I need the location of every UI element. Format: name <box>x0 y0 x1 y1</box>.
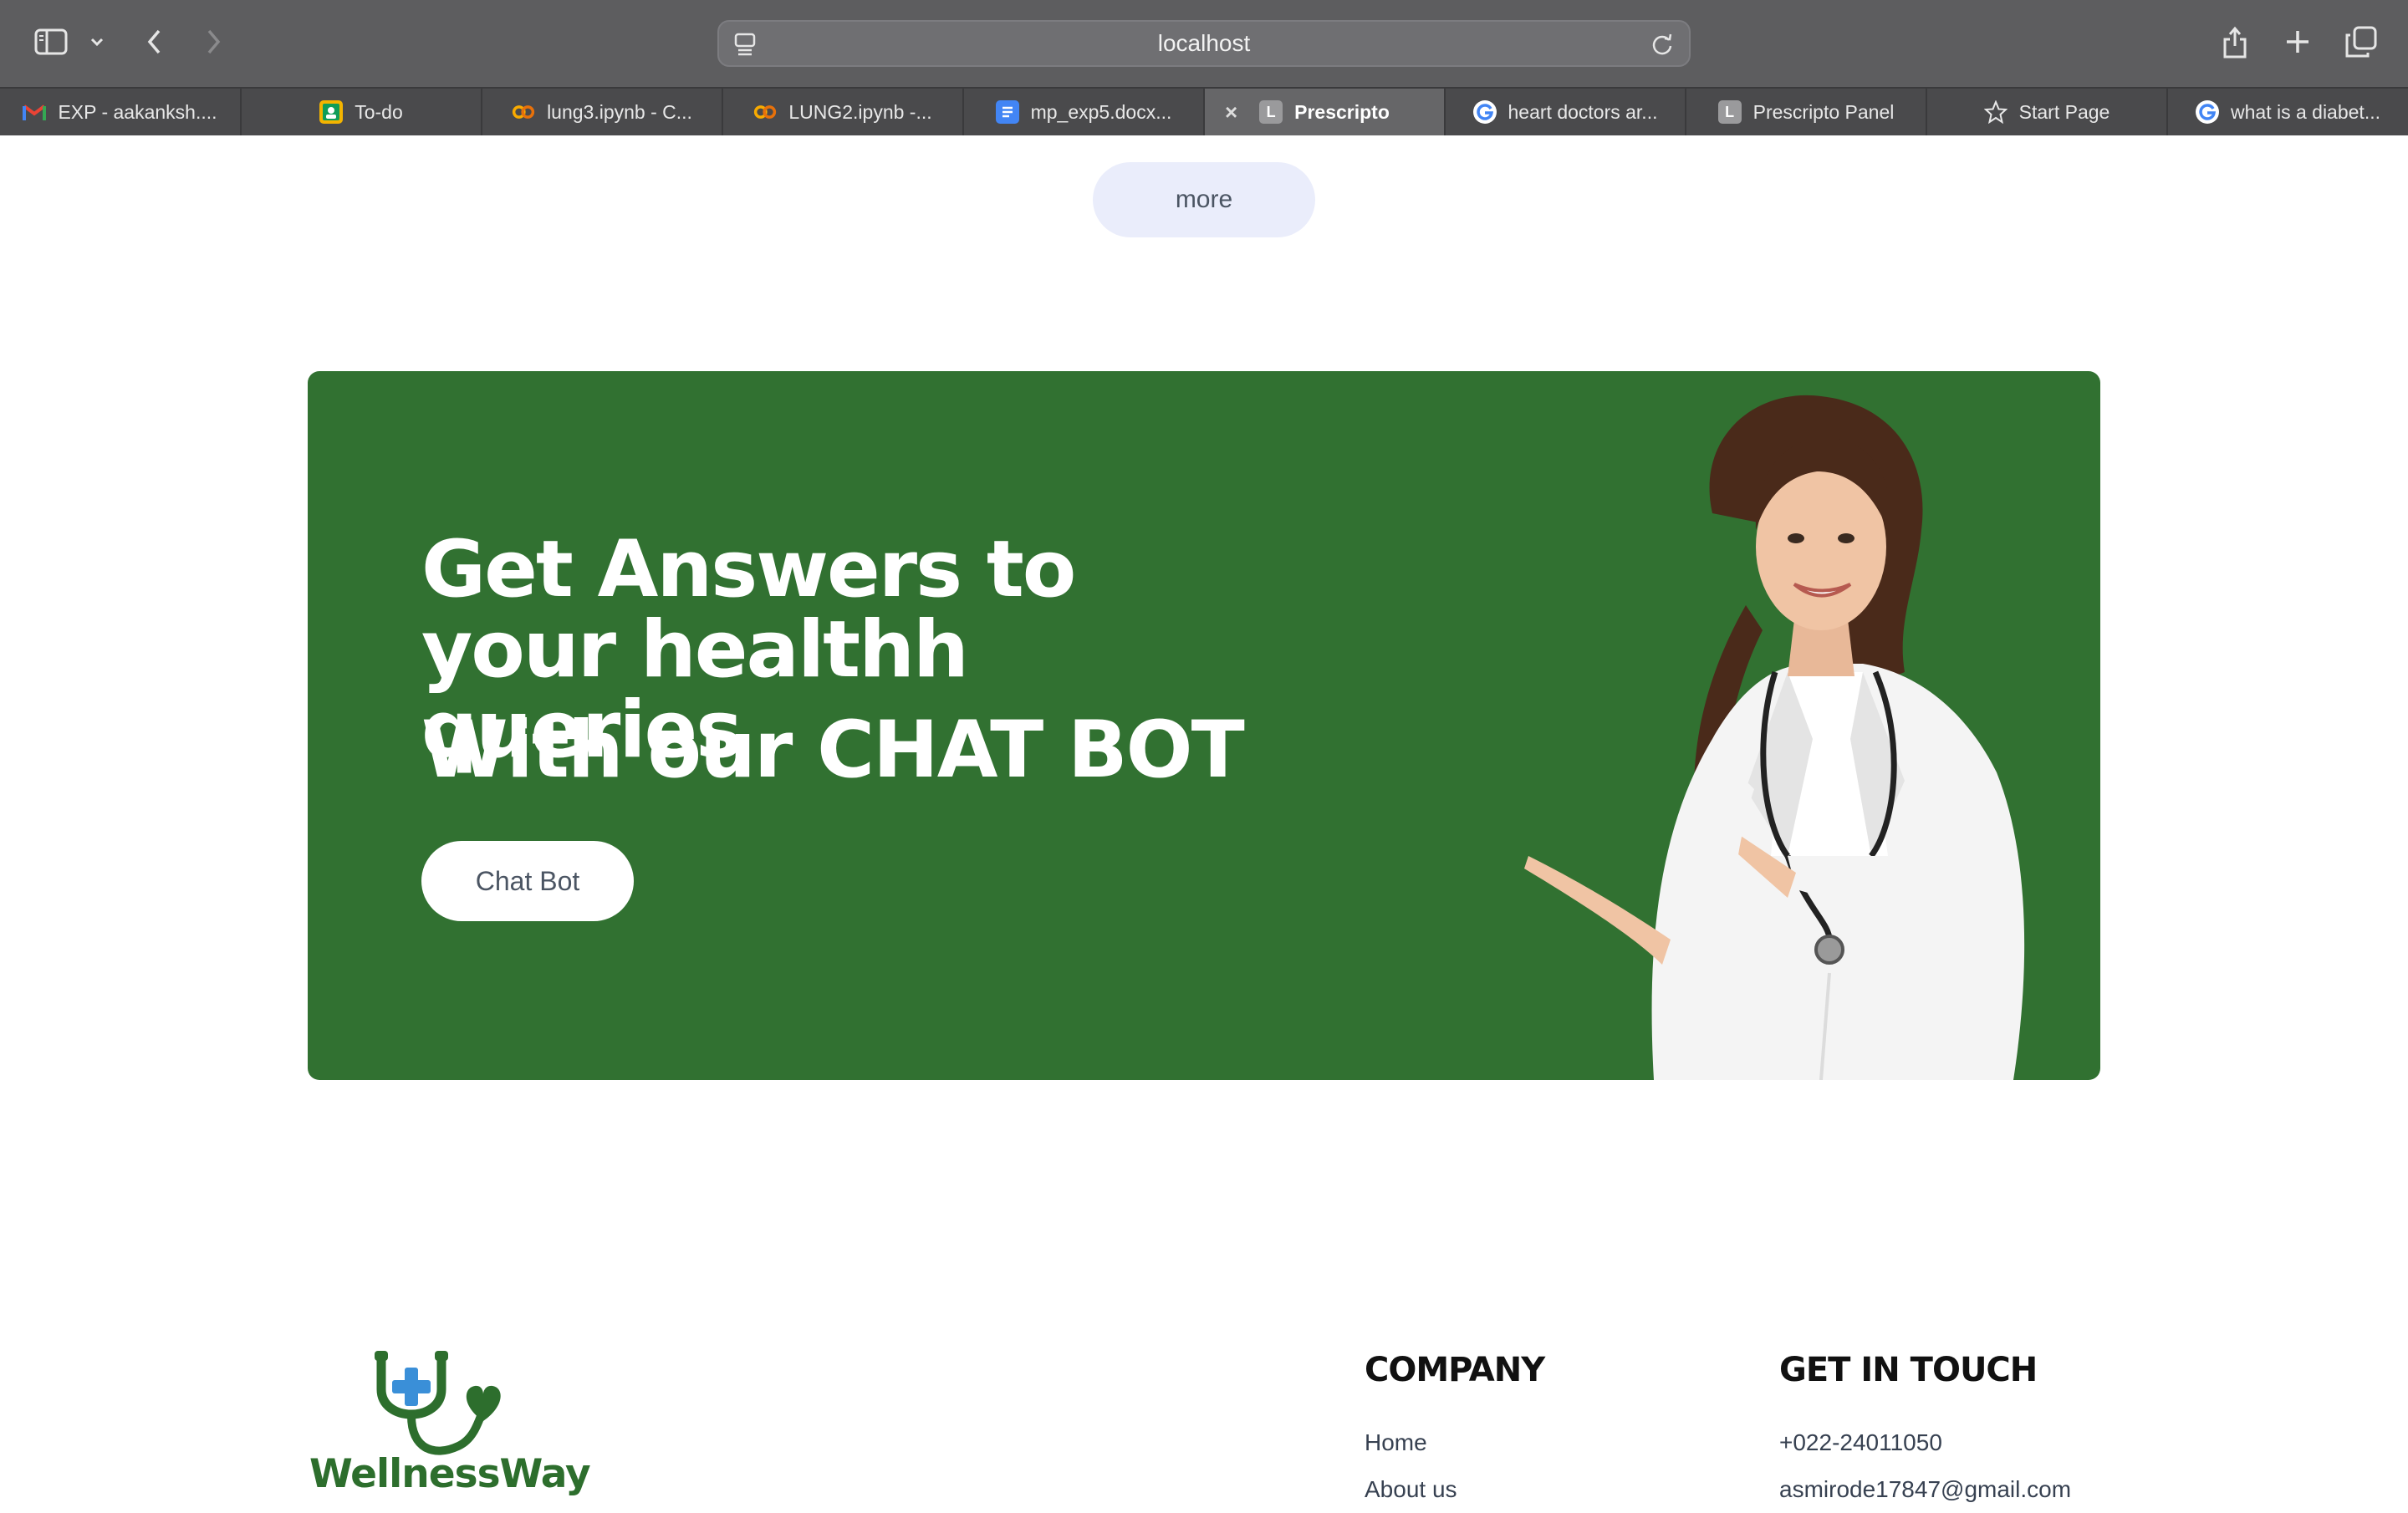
footer-company: COMPANY Home About us <box>1365 1351 1545 1513</box>
star-icon <box>1983 100 2008 124</box>
forward-icon[interactable] <box>199 25 227 59</box>
more-button[interactable]: more <box>1093 162 1315 237</box>
chatbot-banner: Get Answers to your healthh queries With… <box>308 371 2100 1080</box>
tab-google-heart[interactable]: heart doctors ar... <box>1446 89 1686 135</box>
colab-icon <box>753 100 777 124</box>
chevron-down-icon[interactable] <box>87 30 107 53</box>
tab-label: heart doctors ar... <box>1508 100 1658 123</box>
footer-contact-title: GET IN TOUCH <box>1779 1351 2038 1389</box>
docs-icon <box>995 100 1019 124</box>
classroom-icon <box>319 100 344 124</box>
new-tab-icon[interactable] <box>2281 25 2314 59</box>
footer-link-about[interactable]: About us <box>1365 1466 1544 1513</box>
back-icon[interactable] <box>140 25 169 59</box>
tab-label: Start Page <box>2018 100 2110 123</box>
gmail-icon <box>23 100 47 124</box>
sidebar-toggle-icon[interactable] <box>32 25 70 59</box>
tab-lung3[interactable]: lung3.ipynb - C... <box>482 89 723 135</box>
tab-label: Prescripto Panel <box>1752 100 1895 123</box>
tab-label: LUNG2.ipynb -... <box>788 100 932 123</box>
letter-l-icon: L <box>1717 100 1742 124</box>
share-icon[interactable] <box>2217 23 2252 62</box>
close-tab-icon[interactable]: × <box>1225 100 1237 124</box>
wellnessway-logo[interactable]: WellnessWay <box>308 1339 592 1505</box>
tab-lung2[interactable]: LUNG2.ipynb -... <box>723 89 964 135</box>
tab-prescripto-panel[interactable]: L Prescripto Panel <box>1686 89 1927 135</box>
stethoscope-heart-icon <box>375 1351 501 1455</box>
url-text: localhost <box>1157 30 1251 56</box>
address-bar[interactable]: localhost <box>717 20 1691 67</box>
banner-subheading: With our CHAT BOT <box>421 705 1245 796</box>
footer-contact: GET IN TOUCH +022-24011050 asmirode17847… <box>1779 1351 2071 1513</box>
browser-toolbar: localhost <box>0 0 2408 87</box>
google-icon <box>1472 100 1497 124</box>
tab-label: EXP - aakanksh.... <box>58 100 217 123</box>
letter-l-icon: L <box>1259 100 1283 124</box>
tab-start-page[interactable]: Start Page <box>1927 89 2168 135</box>
logo-text: WellnessWay <box>309 1451 591 1497</box>
footer-link-home[interactable]: Home <box>1365 1419 1544 1466</box>
tab-label: lung3.ipynb - C... <box>547 100 692 123</box>
footer-company-title: COMPANY <box>1365 1351 1545 1389</box>
page-content: more Get Answers to your healthh queries… <box>0 135 2408 1505</box>
tab-bar: EXP - aakanksh.... To-do lung3.ipynb - C… <box>0 87 2408 135</box>
reload-icon[interactable] <box>1650 33 1674 60</box>
chat-bot-button[interactable]: Chat Bot <box>421 841 634 921</box>
tab-prescripto[interactable]: × L Prescripto <box>1205 89 1446 135</box>
tab-label: Prescripto <box>1294 100 1390 123</box>
colab-icon <box>512 100 535 124</box>
tab-google-diabetes[interactable]: what is a diabet... <box>2168 89 2408 135</box>
footer-phone: +022-24011050 <box>1779 1429 1942 1455</box>
tab-label: what is a diabet... <box>2231 100 2380 123</box>
google-icon <box>2196 100 2219 124</box>
tab-gmail[interactable]: EXP - aakanksh.... <box>0 89 242 135</box>
tab-docs[interactable]: mp_exp5.docx... <box>964 89 1205 135</box>
footer-email: asmirode17847@gmail.com <box>1779 1476 2072 1502</box>
tab-label: To-do <box>355 100 403 123</box>
tab-todo[interactable]: To-do <box>242 89 482 135</box>
tab-label: mp_exp5.docx... <box>1030 100 1172 123</box>
doctor-image <box>1524 395 2025 1080</box>
tab-overview-icon[interactable] <box>2343 23 2380 60</box>
